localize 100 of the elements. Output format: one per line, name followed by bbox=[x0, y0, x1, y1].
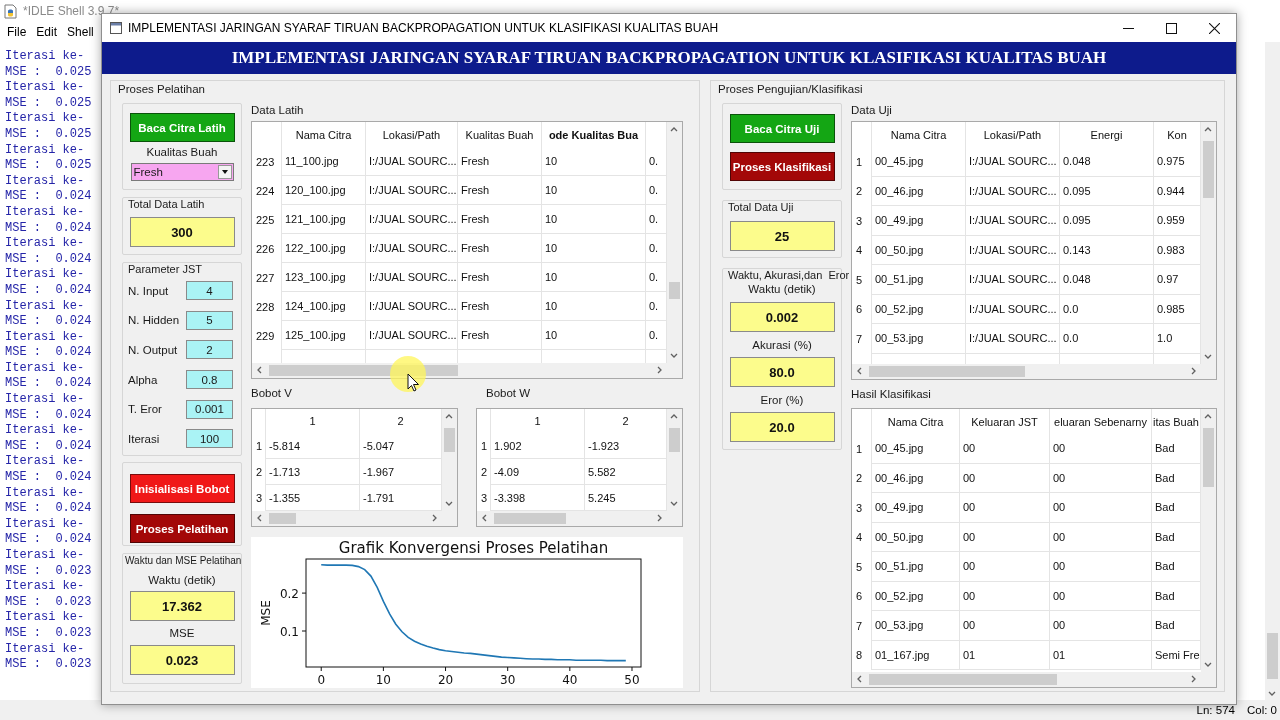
scrollbar-thumb[interactable] bbox=[268, 513, 296, 524]
column-header[interactable]: Nama Citra bbox=[872, 409, 960, 434]
scrollbar-thumb[interactable] bbox=[493, 513, 566, 524]
group-title: Proses Pengujian/Klasifikasi bbox=[718, 82, 864, 97]
menu-item[interactable]: File bbox=[2, 25, 32, 39]
action-button[interactable]: Proses Pelatihan bbox=[129, 514, 235, 543]
tick-label: 20 bbox=[437, 673, 454, 687]
scrollbar-thumb[interactable] bbox=[669, 281, 680, 300]
column-header[interactable]: 1 bbox=[491, 409, 585, 433]
table-cell: Fresh bbox=[458, 234, 542, 263]
column-header[interactable]: Keluaran JST bbox=[960, 409, 1050, 434]
action-button[interactable]: Inisialisasi Bobot bbox=[129, 474, 235, 503]
vertical-scrollbar[interactable] bbox=[1201, 122, 1216, 364]
input-field[interactable]: 4 bbox=[186, 281, 233, 301]
menu-item[interactable]: Shell bbox=[62, 25, 99, 39]
column-header[interactable]: 1 bbox=[266, 409, 360, 433]
horizontal-scrollbar[interactable] bbox=[852, 672, 1201, 687]
table-cell: 124_100.jpg bbox=[282, 292, 366, 321]
table-cell: 00_45.jpg bbox=[872, 434, 960, 464]
output-line: Iterasi ke- bbox=[5, 610, 85, 626]
scrollbar-thumb[interactable] bbox=[1203, 141, 1214, 199]
tick-label: 50 bbox=[624, 673, 640, 687]
output-line: MSE : 0.024 bbox=[5, 251, 92, 268]
tick-label: 10 bbox=[375, 673, 391, 687]
window-icon bbox=[110, 22, 122, 34]
table-cell: 11_100.jpg bbox=[282, 147, 366, 176]
output-line: Iterasi ke- bbox=[5, 204, 85, 221]
row-number: 224 bbox=[252, 176, 282, 205]
table-cell: 0.095 bbox=[1060, 176, 1154, 206]
caret-icon[interactable] bbox=[217, 165, 232, 179]
group-title: Total Data Uji bbox=[727, 201, 794, 214]
input-field[interactable]: 100 bbox=[186, 429, 233, 449]
table-cell: -5.814 bbox=[266, 433, 360, 459]
horizontal-scrollbar[interactable] bbox=[252, 511, 442, 526]
input-field[interactable]: 0.8 bbox=[186, 370, 233, 390]
output-field: 300 bbox=[129, 217, 235, 247]
horizontal-scrollbar[interactable] bbox=[477, 511, 667, 526]
maximize-icon[interactable] bbox=[1166, 22, 1177, 34]
section-label: Hasil Klasifikasi bbox=[851, 388, 931, 400]
action-button[interactable]: Proses Klasifikasi bbox=[729, 152, 835, 181]
table-cell: 0.048 bbox=[1060, 147, 1154, 177]
output-line: MSE : 0.024 bbox=[5, 438, 92, 455]
scrollbar-thumb[interactable] bbox=[868, 366, 1026, 377]
input-field[interactable]: 0.001 bbox=[186, 399, 233, 419]
horizontal-scrollbar[interactable] bbox=[252, 363, 667, 378]
field-label: Iterasi bbox=[128, 431, 160, 446]
output-line: MSE : 0.023 bbox=[5, 657, 92, 673]
table-cell: Fresh bbox=[458, 292, 542, 321]
scrollbar-thumb[interactable] bbox=[868, 674, 1058, 685]
column-header[interactable]: ode Kualitas Bua bbox=[542, 122, 646, 147]
column-header[interactable]: eluaran Sebenarny bbox=[1050, 409, 1152, 434]
table-cell: 00 bbox=[1050, 552, 1152, 582]
table-cell: 00 bbox=[960, 552, 1050, 582]
group-title: Waktu dan MSE Pelatihan bbox=[124, 554, 242, 567]
row-number: 7 bbox=[852, 324, 872, 354]
output-line: Iterasi ke- bbox=[5, 516, 85, 533]
input-field[interactable]: 2 bbox=[186, 340, 233, 360]
output-line: MSE : 0.025 bbox=[5, 126, 92, 143]
column-header[interactable]: Energi bbox=[1060, 122, 1154, 147]
table-cell: 122_100.jpg bbox=[282, 234, 366, 263]
column-header[interactable]: Nama Citra bbox=[282, 122, 366, 147]
table-cell: 01_167.jpg bbox=[872, 640, 960, 670]
input-field[interactable]: 5 bbox=[186, 310, 233, 330]
table-cell: 0.048 bbox=[1060, 265, 1154, 295]
column-header[interactable]: Kualitas Buah bbox=[458, 122, 542, 147]
column-header[interactable]: Lokasi/Path bbox=[966, 122, 1060, 147]
table-cell: 10 bbox=[542, 292, 646, 321]
table-cell: 00 bbox=[1050, 522, 1152, 552]
row-number: 223 bbox=[252, 147, 282, 176]
column-header[interactable]: Lokasi/Path bbox=[366, 122, 458, 147]
vertical-scrollbar[interactable] bbox=[667, 122, 682, 363]
horizontal-scrollbar[interactable] bbox=[852, 364, 1201, 379]
table-cell: 120_100.jpg bbox=[282, 176, 366, 205]
scrollbar-thumb[interactable] bbox=[1267, 633, 1278, 679]
column-header[interactable]: Nama Citra bbox=[872, 122, 966, 147]
output-line: MSE : 0.024 bbox=[5, 407, 92, 424]
output-line: MSE : 0.024 bbox=[5, 282, 92, 299]
table-cell: Fresh bbox=[458, 147, 542, 176]
output-line: MSE : 0.023 bbox=[5, 563, 92, 580]
menu-item[interactable]: Edit bbox=[31, 25, 63, 39]
axis-label: MSE bbox=[259, 600, 273, 626]
table-cell: 10 bbox=[542, 234, 646, 263]
table-cell: 00 bbox=[1050, 611, 1152, 641]
vertical-scrollbar[interactable] bbox=[1265, 42, 1280, 700]
dropdown[interactable]: Fresh bbox=[130, 163, 234, 181]
status-text: Ln: 574 bbox=[1196, 704, 1235, 716]
scrollbar-thumb[interactable] bbox=[669, 427, 680, 453]
vertical-scrollbar[interactable] bbox=[1201, 409, 1216, 672]
scrollbar-thumb[interactable] bbox=[1203, 427, 1214, 488]
table-cell: I:/JUAL SOURC... bbox=[366, 234, 458, 263]
table-cell: 00_52.jpg bbox=[872, 581, 960, 611]
field-label: N. Hidden bbox=[128, 313, 180, 328]
close-icon[interactable] bbox=[1209, 22, 1220, 34]
output-line: Iterasi ke- bbox=[5, 298, 85, 315]
output-line: MSE : 0.023 bbox=[5, 625, 92, 642]
document-icon bbox=[3, 3, 18, 19]
scrollbar-thumb[interactable] bbox=[444, 427, 455, 453]
row-number: 2 bbox=[252, 459, 266, 485]
vertical-scrollbar[interactable] bbox=[442, 409, 457, 511]
vertical-scrollbar[interactable] bbox=[667, 409, 682, 511]
